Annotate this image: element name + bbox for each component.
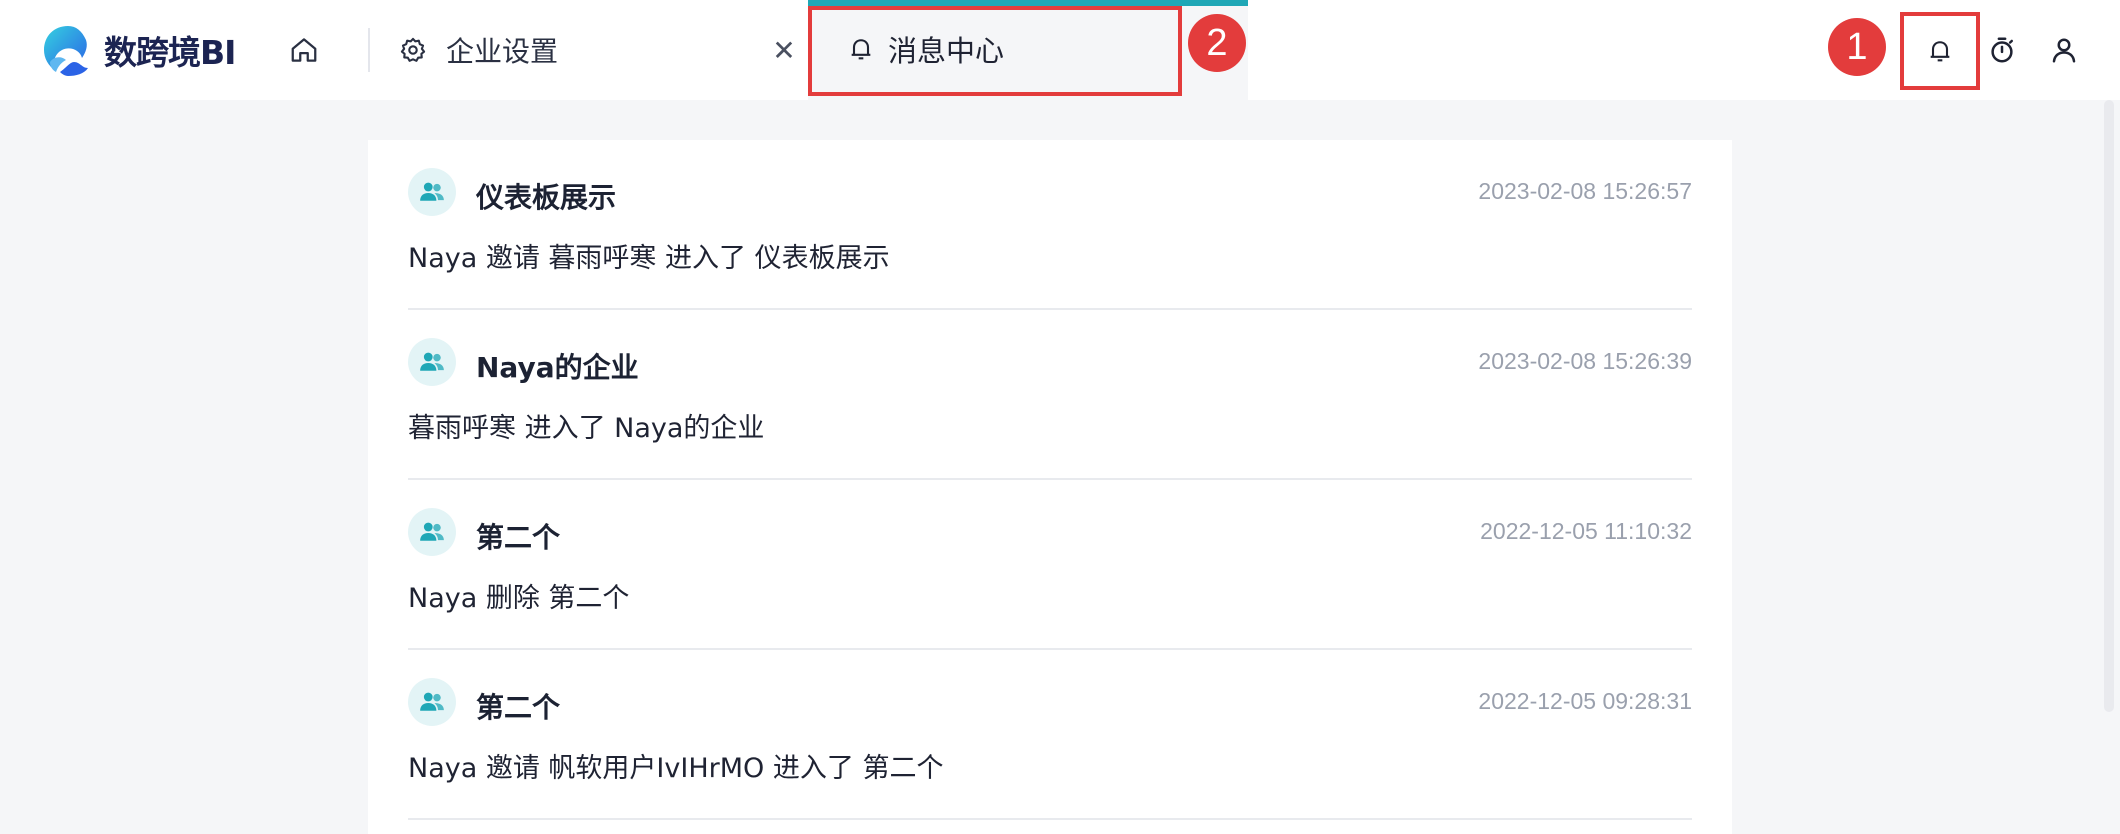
group-avatar-icon: [408, 508, 456, 556]
message-title: Naya的企业: [476, 351, 639, 384]
app-logo[interactable]: 数跨境BI: [40, 22, 236, 78]
tab-message-center[interactable]: 消息中心: [808, 0, 1248, 100]
tab-enterprise-settings[interactable]: 企业设置: [384, 0, 804, 100]
user-profile-button[interactable]: [2044, 30, 2084, 70]
gear-icon: [396, 33, 430, 67]
logo-mark-icon: [44, 26, 88, 76]
group-avatar-icon: [408, 338, 456, 386]
page-scrollbar[interactable]: [2104, 100, 2114, 712]
timer-button[interactable]: [1982, 30, 2022, 70]
message-timestamp: 2022-12-05 11:10:32: [1480, 518, 1692, 544]
message-title: 第二个: [476, 521, 561, 554]
home-icon: [291, 38, 317, 62]
stopwatch-icon: [1991, 37, 2013, 63]
top-bar: 数跨境BI 企业设置 ✕ 消息中心 2 1 ⋮: [0, 0, 2120, 100]
notifications-button[interactable]: [1900, 12, 1980, 90]
active-tab-indicator: [808, 0, 1248, 6]
bell-icon: [1930, 41, 1950, 62]
tab-label: 企业设置: [446, 35, 559, 68]
group-avatar-icon: [408, 678, 456, 726]
message-body: 暮雨呼寒 进入了 Naya的企业: [408, 413, 765, 444]
step-marker-1: 1: [1828, 18, 1886, 76]
step-marker-2: 2: [1188, 14, 1246, 72]
message-list-panel: 仪表板展示 2023-02-08 15:26:57 Naya 邀请 暮雨呼寒 进…: [368, 140, 1732, 834]
message-item[interactable]: 仪表板展示 2023-02-08 15:26:57 Naya 邀请 暮雨呼寒 进…: [408, 140, 1692, 310]
close-icon: ✕: [772, 33, 796, 67]
message-timestamp: 2023-02-08 15:26:39: [1478, 348, 1692, 374]
home-button[interactable]: [284, 30, 324, 70]
message-body: Naya 邀请 暮雨呼寒 进入了 仪表板展示: [408, 243, 890, 274]
message-item[interactable]: Naya的企业 2023-02-08 15:26:39 暮雨呼寒 进入了 Nay…: [408, 310, 1692, 480]
bell-icon: [844, 32, 878, 66]
more-icon[interactable]: ⋮: [1884, 34, 1894, 64]
close-tab-button[interactable]: ✕: [768, 32, 800, 68]
toolbar-divider: [368, 28, 370, 72]
message-timestamp: 2022-12-05 09:28:31: [1478, 688, 1692, 714]
message-title: 第二个: [476, 691, 561, 724]
message-title: 仪表板展示: [476, 181, 617, 214]
tab-label: 消息中心: [888, 34, 1005, 68]
message-body: Naya 邀请 帆软用户IvIHrMO 进入了 第二个: [408, 753, 944, 784]
message-item[interactable]: 第二个 2022-12-05 09:28:31 Naya 邀请 帆软用户IvIH…: [408, 650, 1692, 820]
logo-text: 数跨境BI: [104, 33, 236, 72]
user-icon: [2052, 38, 2076, 63]
message-timestamp: 2023-02-08 15:26:57: [1478, 178, 1692, 204]
message-body: Naya 删除 第二个: [408, 583, 630, 614]
group-avatar-icon: [408, 168, 456, 216]
divider: [408, 818, 1692, 820]
message-item[interactable]: 第二个 2022-12-05 11:10:32 Naya 删除 第二个: [408, 480, 1692, 650]
